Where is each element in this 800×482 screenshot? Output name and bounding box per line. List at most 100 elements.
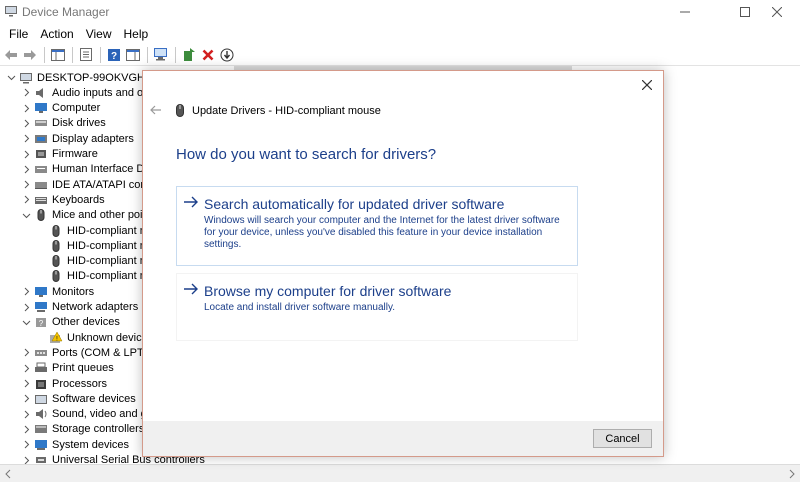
chevron-right-icon[interactable] — [22, 195, 31, 204]
chevron-right-icon[interactable] — [22, 303, 31, 312]
browse-computer-option[interactable]: Browse my computer for driver software L… — [176, 273, 578, 341]
menu-help[interactable]: Help — [118, 27, 155, 41]
expand-toggle[interactable] — [20, 179, 32, 191]
horizontal-scrollbar[interactable] — [0, 464, 800, 482]
tree-row[interactable]: ! Unknown device — [35, 330, 148, 345]
tree-row[interactable]: HID-compliant n — [35, 269, 146, 284]
chevron-right-icon[interactable] — [22, 364, 31, 373]
tree-row[interactable]: Processors — [20, 376, 107, 391]
show-hide-console-button[interactable] — [49, 46, 67, 64]
search-automatically-option[interactable]: Search automatically for updated driver … — [176, 186, 578, 266]
tree-row[interactable]: Computer — [20, 101, 100, 116]
arrow-right-icon — [184, 283, 198, 295]
hid-icon — [34, 163, 48, 175]
expand-toggle[interactable] — [20, 316, 32, 328]
expand-toggle[interactable] — [20, 347, 32, 359]
tree-row[interactable]: ? Other devices — [20, 315, 120, 330]
option-title: Browse my computer for driver software — [204, 283, 452, 299]
network-icon — [34, 301, 48, 313]
tree-row[interactable]: Display adapters — [20, 131, 134, 146]
chevron-right-icon[interactable] — [22, 180, 31, 189]
tree-row[interactable]: Disk drives — [20, 116, 106, 131]
chevron-right-icon[interactable] — [22, 104, 31, 113]
scroll-right-icon[interactable] — [788, 469, 796, 479]
chevron-right-icon[interactable] — [22, 88, 31, 97]
chevron-right-icon[interactable] — [22, 150, 31, 159]
expand-toggle[interactable] — [20, 378, 32, 390]
uninstall-button[interactable] — [199, 46, 217, 64]
tree-row[interactable]: Human Interface De — [20, 162, 150, 177]
help-button[interactable]: ? — [105, 46, 123, 64]
download-button[interactable] — [218, 46, 236, 64]
expand-toggle[interactable] — [20, 286, 32, 298]
expand-toggle[interactable] — [20, 133, 32, 145]
scan-hardware-button[interactable] — [152, 46, 170, 64]
menu-action[interactable]: Action — [34, 27, 79, 41]
expand-toggle[interactable] — [20, 194, 32, 206]
expand-toggle[interactable] — [20, 117, 32, 129]
menu-view[interactable]: View — [80, 27, 118, 41]
chevron-right-icon[interactable] — [22, 165, 31, 174]
chevron-down-icon[interactable] — [22, 318, 31, 327]
maximize-icon — [740, 7, 750, 17]
expand-toggle[interactable] — [20, 87, 32, 99]
tree-row[interactable]: Firmware — [20, 147, 98, 162]
back-icon — [5, 49, 17, 60]
expand-toggle[interactable] — [20, 362, 32, 374]
forward-button[interactable] — [21, 46, 39, 64]
menu-file[interactable]: File — [3, 27, 34, 41]
tree-row[interactable]: Sound, video and ga — [20, 407, 153, 422]
expand-toggle[interactable] — [20, 148, 32, 160]
minimize-button[interactable] — [662, 0, 708, 24]
expand-toggle[interactable] — [20, 454, 32, 464]
chevron-down-icon[interactable] — [22, 211, 31, 220]
tree-row[interactable]: Audio inputs and ou — [20, 85, 149, 100]
tree-row[interactable]: Network adapters — [20, 300, 138, 315]
back-arrow-icon[interactable] — [150, 104, 162, 116]
chevron-right-icon[interactable] — [22, 134, 31, 143]
chevron-right-icon[interactable] — [22, 425, 31, 434]
tree-row[interactable]: HID-compliant n — [35, 238, 146, 253]
expand-toggle[interactable] — [20, 209, 32, 221]
chevron-right-icon[interactable] — [22, 379, 31, 388]
expand-toggle[interactable] — [5, 72, 17, 84]
tree-row[interactable]: DESKTOP-99OKVGH — [5, 70, 145, 85]
tree-row[interactable]: Ports (COM & LPT) — [20, 345, 147, 360]
expand-toggle[interactable] — [20, 393, 32, 405]
scroll-left-icon[interactable] — [4, 469, 12, 479]
expand-toggle[interactable] — [20, 439, 32, 451]
tree-row-label: HID-compliant n — [67, 270, 146, 283]
tree-row[interactable]: System devices — [20, 437, 129, 452]
tree-row-label: Computer — [52, 102, 101, 115]
chevron-right-icon[interactable] — [22, 456, 31, 465]
tree-row[interactable]: Keyboards — [20, 192, 105, 207]
chevron-right-icon[interactable] — [22, 394, 31, 403]
tree-row-label: System devices — [52, 438, 130, 451]
tree-row[interactable]: IDE ATA/ATAPI contr — [20, 177, 153, 192]
cancel-button[interactable]: Cancel — [593, 429, 652, 448]
tree-row[interactable]: Mice and other poin — [20, 208, 149, 223]
chevron-right-icon[interactable] — [22, 410, 31, 419]
tree-row[interactable]: Storage controllers — [20, 422, 144, 437]
chevron-right-icon[interactable] — [22, 348, 31, 357]
tree-row[interactable]: Monitors — [20, 284, 94, 299]
update-driver-button[interactable] — [180, 46, 198, 64]
expand-toggle[interactable] — [20, 301, 32, 313]
chevron-right-icon[interactable] — [22, 119, 31, 128]
expand-toggle[interactable] — [20, 102, 32, 114]
back-button[interactable] — [2, 46, 20, 64]
dialog-close-button[interactable] — [639, 77, 655, 93]
close-window-button[interactable] — [754, 0, 800, 24]
chevron-down-icon[interactable] — [7, 73, 16, 82]
chevron-right-icon[interactable] — [22, 440, 31, 449]
chevron-right-icon[interactable] — [22, 287, 31, 296]
properties-button[interactable] — [77, 46, 95, 64]
expand-toggle[interactable] — [20, 163, 32, 175]
tree-row[interactable]: HID-compliant n — [35, 254, 146, 269]
tree-row[interactable]: Software devices — [20, 391, 136, 406]
expand-toggle[interactable] — [20, 408, 32, 420]
expand-toggle[interactable] — [20, 423, 32, 435]
tree-row[interactable]: Print queues — [20, 361, 114, 376]
action-pane-button[interactable] — [124, 46, 142, 64]
tree-row[interactable]: HID-compliant n — [35, 223, 146, 238]
